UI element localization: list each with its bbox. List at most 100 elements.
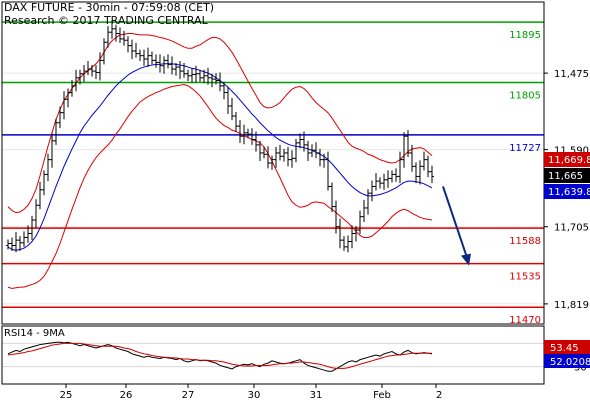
rsi-panel (2, 341, 544, 372)
time-tick-label: 26 (120, 390, 133, 400)
price-bar (130, 39, 134, 60)
chart-title: DAX FUTURE - 30min - 07:59:08 (CET) (4, 1, 214, 14)
price-bar (306, 140, 310, 161)
price-bar (102, 38, 106, 65)
price-bar (294, 138, 298, 163)
price-bar (314, 142, 318, 159)
rsi-badge-label: 53.45 (550, 343, 579, 354)
price-bar (162, 56, 166, 74)
price-bar (330, 182, 334, 212)
price-bar (338, 218, 342, 249)
time-tick-label: 25 (60, 390, 73, 400)
price-bar (142, 49, 146, 66)
price-bar (46, 153, 50, 182)
level-label: 11895 (509, 30, 541, 41)
price-bar (150, 51, 154, 65)
level-labels: 11895 11805 11727 11588 11535 11470 (509, 30, 541, 326)
price-badge-label: 11,639.8 (548, 187, 590, 198)
price-badge-label: 11,669.8 (548, 155, 590, 166)
price-bar (426, 155, 430, 178)
level-label: 11535 (509, 272, 541, 283)
price-bar (366, 189, 370, 215)
price-bar (194, 65, 198, 83)
price-bar (358, 210, 362, 235)
price-bar (278, 144, 282, 161)
price-bar (22, 231, 26, 247)
time-tick-label: 30 (248, 390, 261, 400)
price-tick-label: 11,475 (554, 69, 589, 80)
price-bar (398, 151, 402, 184)
price-bar (226, 86, 230, 115)
price-bar (154, 54, 158, 68)
price-bar (430, 165, 434, 184)
price-bar (138, 49, 142, 62)
price-bar (394, 168, 398, 182)
price-bar (382, 173, 386, 190)
price-bar (186, 69, 190, 82)
price-bar (414, 162, 418, 184)
price-bar (166, 54, 170, 69)
price-bar (90, 65, 94, 77)
price-bar (378, 177, 382, 189)
rsi-panel-border (1, 325, 545, 385)
price-bar (386, 170, 390, 188)
price-bar (146, 47, 150, 68)
price-bar (370, 180, 374, 202)
price-bar (14, 232, 18, 253)
price-badges: 11,669.8 11,665 11,639.8 (544, 152, 590, 199)
price-tick-label: 11,705 (554, 223, 589, 234)
time-tick-label: 31 (310, 390, 323, 400)
price-bar (118, 27, 122, 43)
price-bar (250, 128, 254, 145)
price-bar (190, 68, 194, 83)
price-tick-label: 11,819 (554, 300, 589, 311)
time-tick-label: 27 (182, 390, 195, 400)
bollinger-bands (7, 33, 433, 289)
gridlines (2, 72, 544, 305)
time-tick-label: Feb (373, 390, 391, 400)
price-bar (198, 69, 202, 82)
price-bar (238, 120, 242, 143)
lower-band (7, 83, 433, 289)
rsi-axis: 703053.4552.0208 (544, 339, 590, 374)
price-bar (326, 151, 330, 191)
chart-subtitle: Research © 2017 TRADING CENTRAL (4, 14, 209, 27)
price-bar (362, 199, 366, 223)
price-bar (134, 42, 138, 58)
price-bar (390, 170, 394, 183)
price-bars (6, 20, 434, 253)
projection-arrow (442, 186, 471, 266)
time-axis: 25 26 27 30 31 Feb 2 (60, 384, 442, 401)
price-bar (298, 133, 302, 149)
price-bar (122, 30, 126, 46)
price-bar (34, 199, 38, 229)
price-bar (282, 148, 286, 162)
level-label: 11727 (509, 143, 541, 154)
rsi-ma-line (7, 342, 432, 369)
chart-frame (1, 1, 545, 385)
price-bar (170, 56, 174, 75)
price-bar (58, 106, 62, 129)
price-bar (94, 65, 98, 80)
level-label: 11470 (509, 315, 541, 326)
price-bar (346, 235, 350, 253)
price-bar (342, 236, 346, 251)
price-bar (66, 88, 70, 108)
arrow-shaft (442, 186, 468, 258)
level-label: 11805 (509, 91, 541, 102)
price-badge-label: 11,665 (548, 171, 583, 182)
price-bar (62, 91, 66, 120)
level-label: 11588 (509, 236, 541, 247)
price-bar (158, 54, 162, 73)
price-bar (38, 181, 42, 210)
rsi-label: RSI14 - 9MA (4, 328, 65, 339)
price-bar (418, 160, 422, 185)
time-tick-label: 2 (436, 390, 442, 400)
price-bar (422, 151, 426, 171)
price-bar (310, 144, 314, 157)
price-bar (318, 148, 322, 167)
price-bar (290, 150, 294, 168)
price-bar (178, 61, 182, 80)
key-levels (2, 21, 544, 308)
price-bar (374, 173, 378, 191)
